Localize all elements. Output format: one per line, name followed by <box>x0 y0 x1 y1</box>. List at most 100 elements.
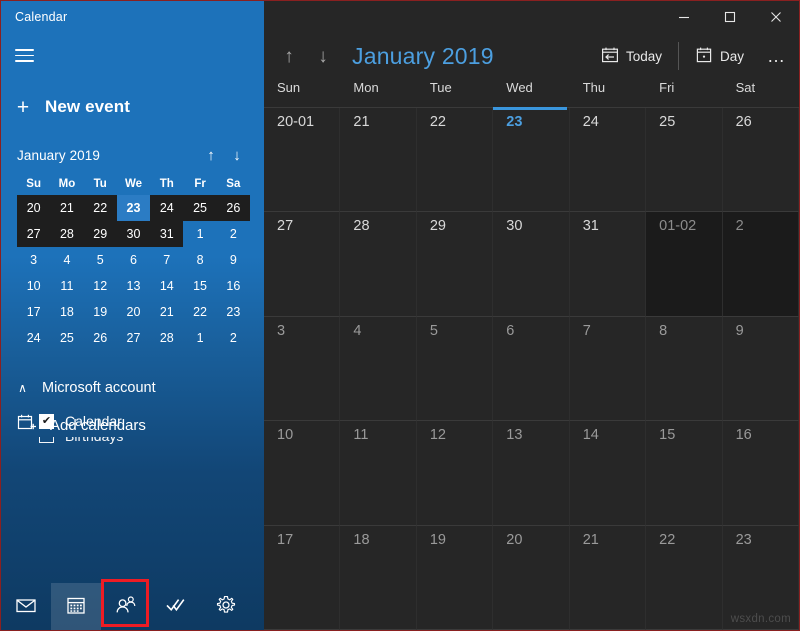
mini-calendar-day[interactable]: 25 <box>183 195 217 221</box>
mini-calendar-day[interactable]: 28 <box>50 221 84 247</box>
view-switcher-button[interactable]: Day <box>684 39 755 73</box>
day-cell[interactable]: 25 <box>646 108 723 213</box>
mini-calendar-day[interactable]: 31 <box>150 221 184 247</box>
nav-button-people[interactable] <box>101 583 151 630</box>
mini-calendar-day[interactable]: 29 <box>83 221 117 247</box>
mini-calendar-day[interactable]: 15 <box>183 273 216 299</box>
mini-calendar-day[interactable]: 23 <box>217 299 250 325</box>
day-cell[interactable]: 30 <box>493 212 570 317</box>
day-cell[interactable]: 5 <box>416 316 494 422</box>
day-cell[interactable]: 20 <box>493 525 570 630</box>
mini-calendar-day[interactable]: 22 <box>183 299 216 325</box>
day-cell[interactable]: 29 <box>416 212 494 317</box>
day-cell[interactable]: 19 <box>416 525 494 630</box>
nav-button-calendar[interactable] <box>51 583 101 630</box>
day-cell[interactable]: 8 <box>646 316 723 422</box>
day-cell[interactable]: 12 <box>416 421 494 526</box>
mini-calendar-day[interactable]: 4 <box>50 247 83 273</box>
mini-calendar-day[interactable]: 21 <box>150 299 183 325</box>
day-cell[interactable]: 7 <box>569 316 647 422</box>
mini-calendar-day[interactable]: 13 <box>117 273 150 299</box>
add-calendars-button[interactable]: Add calendars <box>1 407 264 443</box>
nav-button-mail[interactable] <box>1 583 51 630</box>
day-cell[interactable]: 2 <box>722 212 799 317</box>
mini-calendar-day[interactable]: 17 <box>17 299 50 325</box>
day-cell[interactable]: 13 <box>493 421 570 526</box>
mini-calendar-day[interactable]: 7 <box>150 247 183 273</box>
day-cell[interactable]: 9 <box>722 316 799 422</box>
day-cell[interactable]: 27 <box>264 212 341 317</box>
day-number: 17 <box>277 531 294 548</box>
mini-calendar-day[interactable]: 10 <box>17 273 50 299</box>
day-number: 15 <box>659 427 676 444</box>
day-cell[interactable]: 22 <box>416 108 494 213</box>
next-month-icon[interactable]: ↓ <box>306 39 340 73</box>
mini-calendar-day[interactable]: 14 <box>150 273 183 299</box>
mini-calendar-day[interactable]: 2 <box>217 325 250 351</box>
mini-calendar-day[interactable]: 6 <box>117 247 150 273</box>
nav-button-todo[interactable] <box>151 583 201 630</box>
mini-weekday-we: We <box>124 178 143 190</box>
mini-calendar-day[interactable]: 28 <box>150 325 183 351</box>
day-cell[interactable]: 10 <box>264 421 341 526</box>
hamburger-menu-button[interactable] <box>1 33 48 78</box>
mini-calendar-day[interactable]: 1 <box>183 325 216 351</box>
mini-calendar-next-icon[interactable]: ↓ <box>224 143 250 167</box>
mini-calendar-day[interactable]: 18 <box>50 299 83 325</box>
today-button[interactable]: Today <box>590 39 673 73</box>
minimize-button[interactable] <box>661 1 707 32</box>
day-cell[interactable]: 28 <box>340 212 417 317</box>
mini-calendar-day[interactable]: 8 <box>183 247 216 273</box>
day-cell[interactable]: 16 <box>722 421 799 526</box>
mini-calendar-day[interactable]: 1 <box>183 221 216 247</box>
day-cell[interactable]: 01-02 <box>646 212 723 317</box>
mini-calendar-prev-icon[interactable]: ↑ <box>198 143 224 167</box>
mini-calendar-day[interactable]: 26 <box>84 325 117 351</box>
mini-calendar-day[interactable]: 26 <box>216 195 250 221</box>
day-cell[interactable]: 17 <box>264 525 341 630</box>
day-cell[interactable]: 6 <box>493 316 570 422</box>
day-cell[interactable]: 18 <box>340 525 417 630</box>
day-cell[interactable]: 31 <box>569 212 647 317</box>
day-cell[interactable]: 22 <box>646 525 723 630</box>
mini-calendar-day[interactable]: 22 <box>83 195 117 221</box>
mini-calendar-day[interactable]: 16 <box>217 273 250 299</box>
day-cell[interactable]: 11 <box>340 421 417 526</box>
mini-calendar-day[interactable]: 24 <box>150 195 184 221</box>
mini-calendar-day[interactable]: 5 <box>84 247 117 273</box>
new-event-button[interactable]: + New event <box>1 87 264 127</box>
mini-calendar-day[interactable]: 20 <box>117 299 150 325</box>
mini-calendar-day[interactable]: 30 <box>116 221 151 247</box>
day-cell[interactable]: 20-01 <box>264 108 341 213</box>
day-cell[interactable]: 15 <box>646 421 723 526</box>
close-button[interactable] <box>753 1 799 32</box>
mini-calendar-day[interactable]: 27 <box>17 221 51 247</box>
nav-button-settings[interactable] <box>201 583 251 630</box>
mini-calendar-day[interactable]: 12 <box>84 273 117 299</box>
day-cell[interactable]: 4 <box>340 316 417 422</box>
mini-calendar-day[interactable]: 3 <box>17 247 50 273</box>
day-cell[interactable]: 24 <box>569 108 647 213</box>
day-cell[interactable]: 26 <box>722 108 799 213</box>
maximize-button[interactable] <box>707 1 753 32</box>
mini-calendar-day[interactable]: 11 <box>50 273 83 299</box>
day-cell[interactable]: 3 <box>264 316 341 422</box>
mini-calendar-day[interactable]: 9 <box>217 247 250 273</box>
mini-calendar-day[interactable]: 2 <box>217 221 250 247</box>
day-cell[interactable]: 14 <box>569 421 647 526</box>
day-cell[interactable]: 21 <box>569 525 647 630</box>
previous-month-icon[interactable]: ↑ <box>272 39 306 73</box>
mini-calendar-day[interactable]: 24 <box>17 325 50 351</box>
day-cell[interactable]: 21 <box>340 108 417 213</box>
mini-calendar-day[interactable]: 21 <box>50 195 84 221</box>
day-number: 11 <box>353 427 369 444</box>
mini-calendar-day[interactable]: 25 <box>50 325 83 351</box>
mini-calendar-day[interactable]: 20 <box>17 195 51 221</box>
mini-calendar-day[interactable]: 27 <box>117 325 150 351</box>
account-header[interactable]: ∧ Microsoft account <box>1 371 264 405</box>
month-title: January 2019 <box>352 42 494 69</box>
more-options-button[interactable]: … <box>755 39 799 73</box>
mini-calendar-day[interactable]: 19 <box>84 299 117 325</box>
mini-calendar-day[interactable]: 23 <box>116 195 151 221</box>
day-cell[interactable]: 23 <box>493 107 570 213</box>
